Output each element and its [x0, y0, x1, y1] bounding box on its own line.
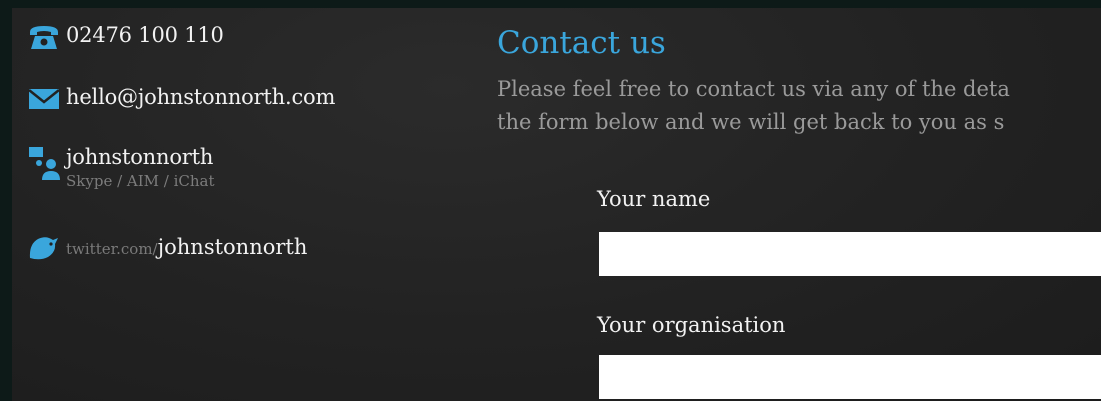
- phone-number[interactable]: 02476 100 110: [66, 22, 224, 48]
- envelope-icon: [26, 84, 66, 114]
- name-label: Your name: [597, 187, 711, 211]
- twitter-link[interactable]: twitter.com/johnstonnorth: [66, 235, 307, 259]
- contact-phone-row: 02476 100 110: [26, 22, 224, 52]
- chat-details: johnstonnorth Skype / AIM / iChat: [66, 144, 215, 190]
- name-input[interactable]: [599, 232, 1101, 276]
- contact-twitter-row: twitter.com/johnstonnorth: [26, 232, 307, 262]
- chat-people-icon: [26, 144, 66, 180]
- contact-panel: 02476 100 110 hello@johnstonnorth.com jo…: [12, 8, 1101, 401]
- intro-text: Please feel free to contact us via any o…: [497, 73, 1101, 139]
- contact-chat-row: johnstonnorth Skype / AIM / iChat: [26, 144, 215, 190]
- chat-services-label: Skype / AIM / iChat: [66, 172, 215, 190]
- organisation-label: Your organisation: [597, 313, 786, 337]
- twitter-bird-icon: [26, 232, 66, 262]
- email-link[interactable]: hello@johnstonnorth.com: [66, 84, 335, 110]
- contact-email-row: hello@johnstonnorth.com: [26, 84, 335, 114]
- phone-icon: [26, 22, 66, 52]
- organisation-input[interactable]: [599, 355, 1101, 399]
- twitter-prefix: twitter.com/: [66, 240, 158, 258]
- intro-line-2: the form below and we will get back to y…: [497, 110, 1005, 134]
- twitter-handle: johnstonnorth: [157, 235, 308, 259]
- intro-line-1: Please feel free to contact us via any o…: [497, 77, 1010, 101]
- chat-handle[interactable]: johnstonnorth: [66, 144, 215, 170]
- page-title: Contact us: [497, 25, 666, 61]
